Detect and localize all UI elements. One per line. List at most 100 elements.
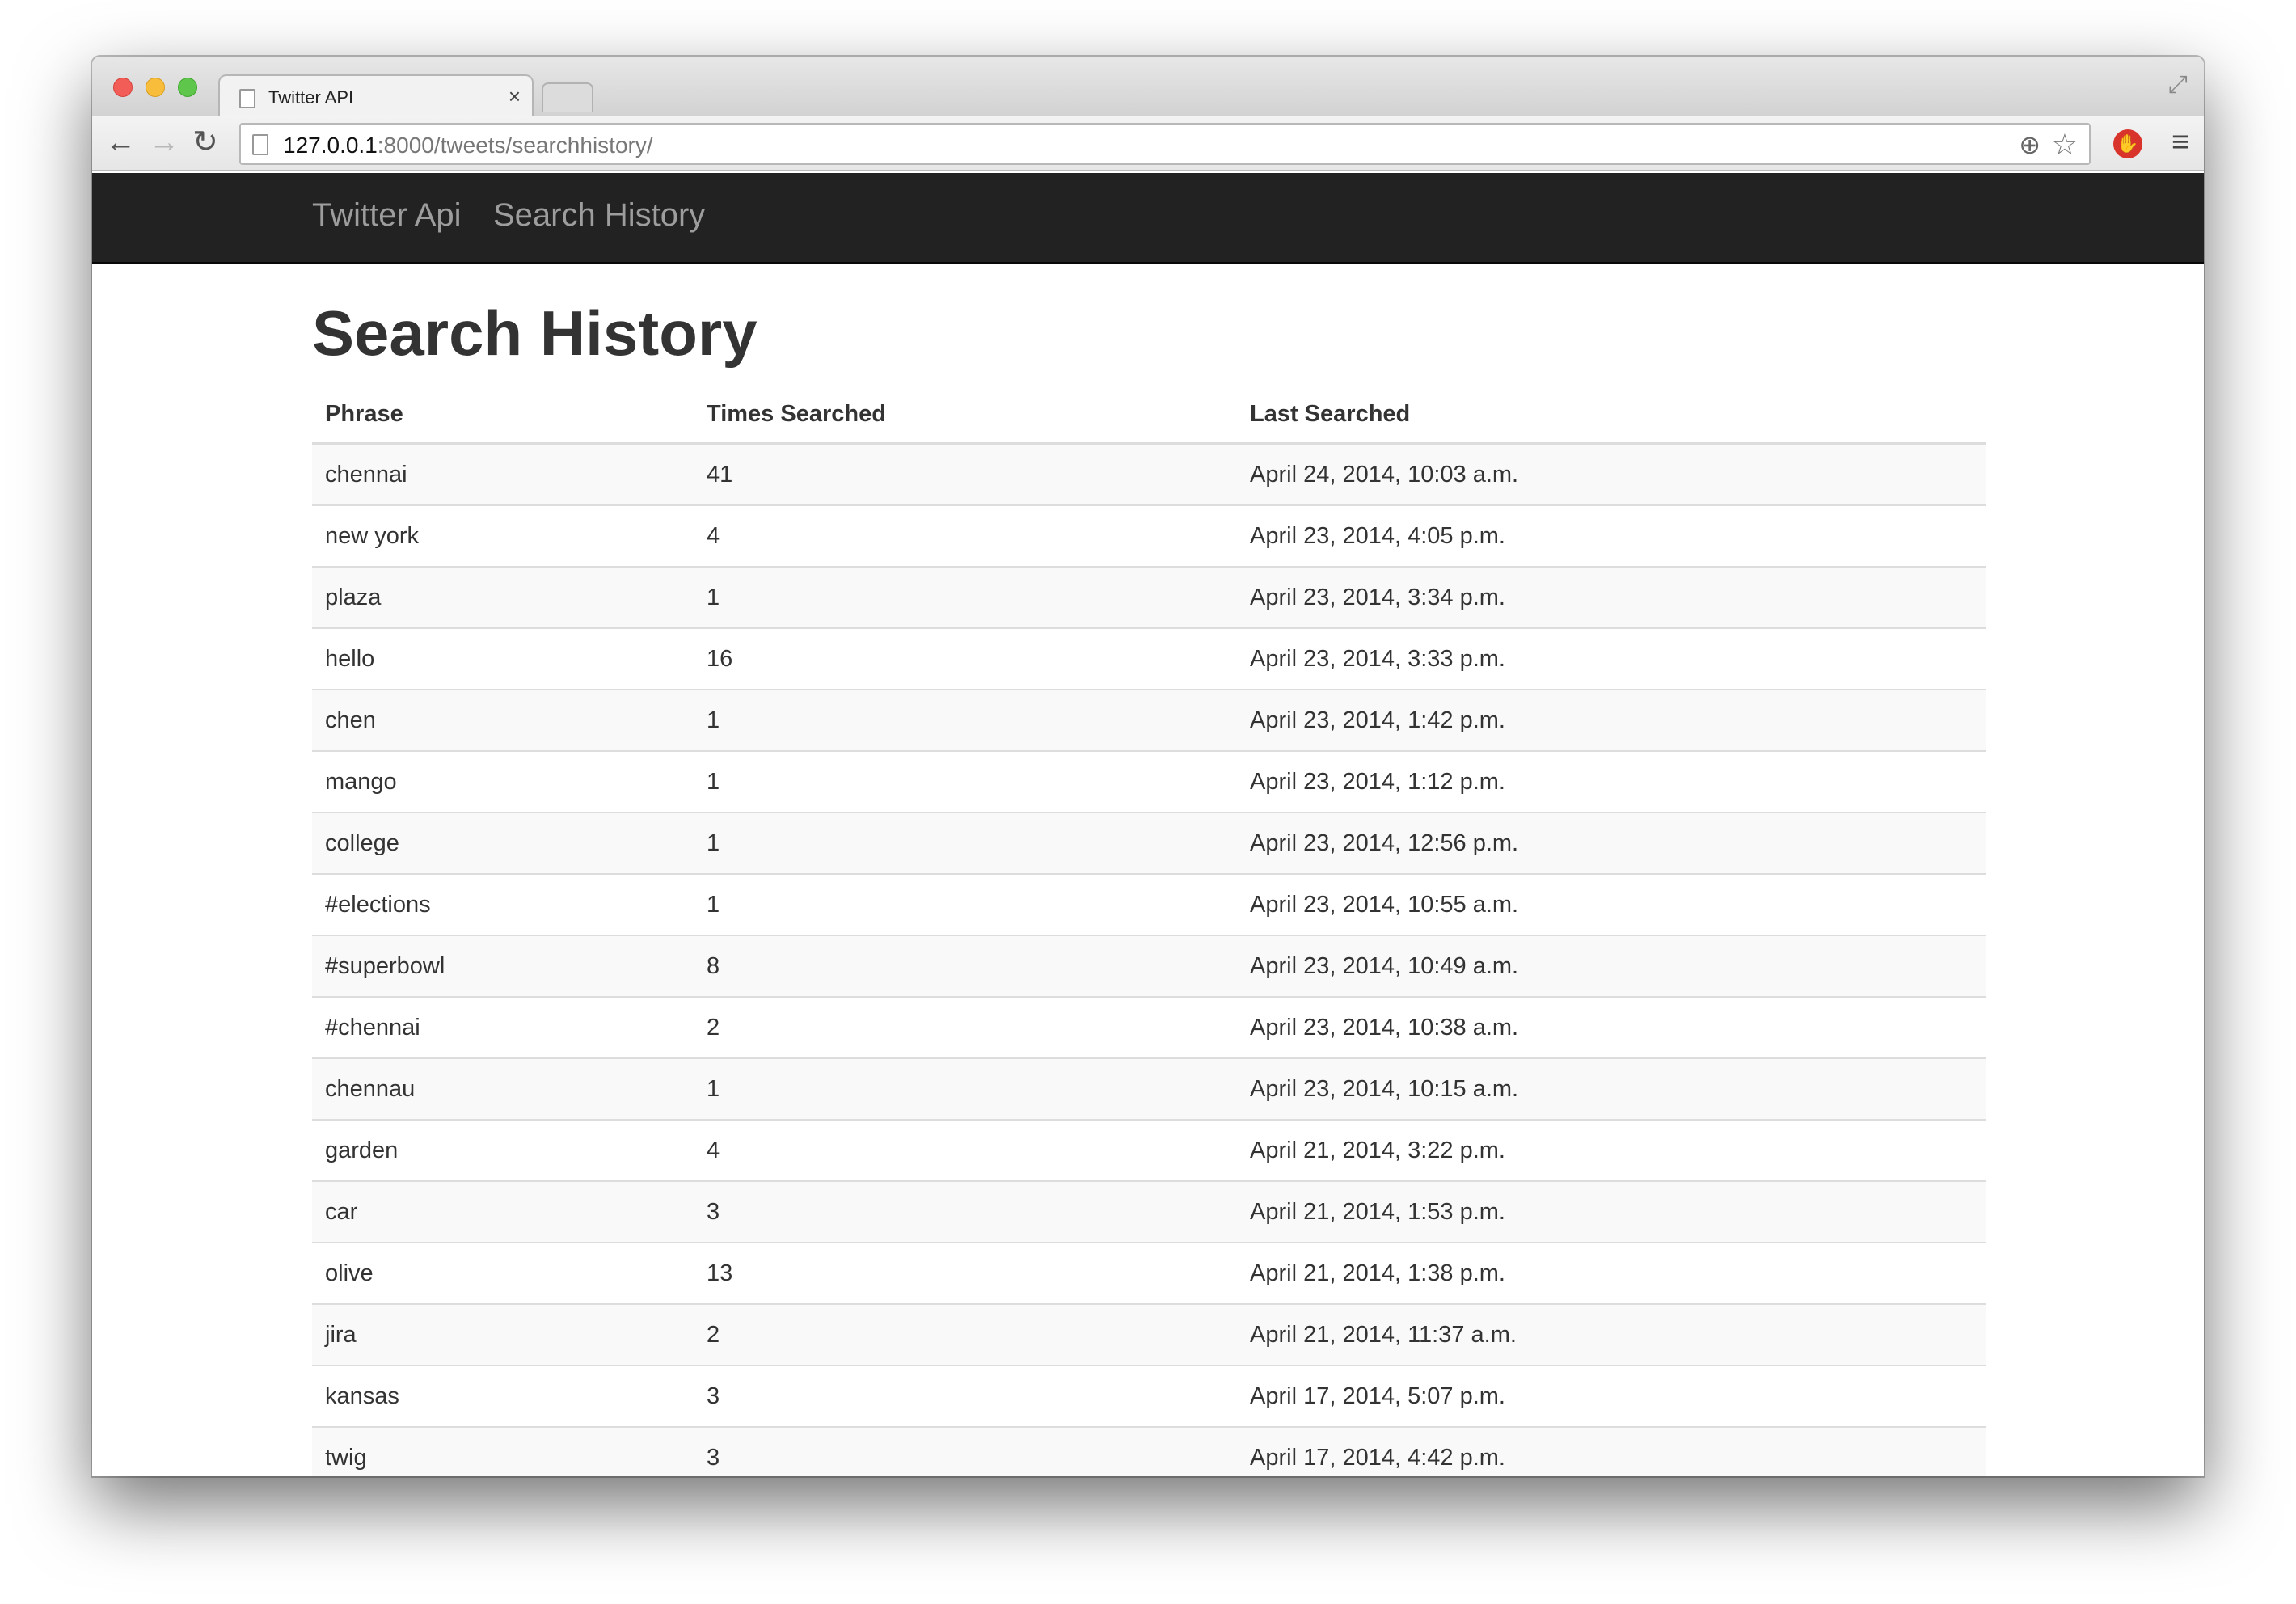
browser-tab[interactable]: Twitter API × <box>218 74 534 118</box>
site-navbar: Twitter Api Search History <box>92 173 2204 264</box>
table-row: garden 4 April 21, 2014, 3:22 p.m. <box>312 1119 1986 1181</box>
forward-arrow-icon[interactable]: → <box>149 125 179 160</box>
table-row: twig 3 April 17, 2014, 4:42 p.m. <box>312 1426 1986 1476</box>
cell-times-searched: 3 <box>694 1365 1237 1427</box>
cell-phrase: mango <box>312 750 694 813</box>
page-icon <box>252 134 268 155</box>
table-row: mango 1 April 23, 2014, 1:12 p.m. <box>312 750 1986 813</box>
search-history-table: Phrase Times Searched Last Searched chen… <box>312 386 1986 1476</box>
table-header-row: Phrase Times Searched Last Searched <box>312 386 1986 445</box>
cell-times-searched: 16 <box>694 627 1237 690</box>
cell-times-searched: 41 <box>694 443 1237 505</box>
reload-icon[interactable]: ↻ <box>192 125 218 160</box>
cell-last-searched: April 24, 2014, 10:03 a.m. <box>1237 443 1986 505</box>
cell-times-searched: 3 <box>694 1426 1237 1476</box>
zoom-icon[interactable]: ⊕ <box>2019 129 2041 160</box>
cell-times-searched: 2 <box>694 1303 1237 1366</box>
cell-last-searched: April 23, 2014, 10:49 a.m. <box>1237 935 1986 997</box>
cell-phrase: chen <box>312 689 694 751</box>
cell-phrase: twig <box>312 1426 694 1476</box>
navbar-brand[interactable]: Twitter Api <box>312 197 462 234</box>
url-text[interactable]: 127.0.0.1:8000/tweets/searchhistory/ <box>283 133 653 158</box>
cell-times-searched: 1 <box>694 750 1237 813</box>
table-body: chennai 41 April 24, 2014, 10:03 a.m. new y… <box>312 443 1986 1476</box>
cell-phrase: car <box>312 1180 694 1243</box>
cell-phrase: chennai <box>312 443 694 505</box>
column-header-times-searched: Times Searched <box>694 386 1237 445</box>
table-row: #superbowl 8 April 23, 2014, 10:49 a.m. <box>312 935 1986 997</box>
cell-last-searched: April 17, 2014, 5:07 p.m. <box>1237 1365 1986 1427</box>
cell-phrase: olive <box>312 1242 694 1304</box>
cell-phrase: college <box>312 812 694 874</box>
cell-times-searched: 1 <box>694 873 1237 935</box>
page-title: Search History <box>312 298 758 369</box>
cell-times-searched: 1 <box>694 566 1237 628</box>
column-header-last-searched: Last Searched <box>1237 386 1986 445</box>
cell-last-searched: April 23, 2014, 1:12 p.m. <box>1237 750 1986 813</box>
table-row: college 1 April 23, 2014, 12:56 p.m. <box>312 812 1986 874</box>
table-row: chennau 1 April 23, 2014, 10:15 a.m. <box>312 1057 1986 1120</box>
url-path: :8000/tweets/searchhistory/ <box>377 133 653 158</box>
table-row: olive 13 April 21, 2014, 1:38 p.m. <box>312 1242 1986 1304</box>
cell-last-searched: April 23, 2014, 3:33 p.m. <box>1237 627 1986 690</box>
cell-phrase: plaza <box>312 566 694 628</box>
column-header-phrase: Phrase <box>312 386 694 445</box>
cell-phrase: garden <box>312 1119 694 1181</box>
minimize-window-button[interactable] <box>146 78 165 97</box>
cell-times-searched: 4 <box>694 1119 1237 1181</box>
cell-last-searched: April 23, 2014, 3:34 p.m. <box>1237 566 1986 628</box>
cell-last-searched: April 21, 2014, 1:53 p.m. <box>1237 1180 1986 1243</box>
table-row: chennai 41 April 24, 2014, 10:03 a.m. <box>312 443 1986 505</box>
table-row: hello 16 April 23, 2014, 3:33 p.m. <box>312 627 1986 690</box>
cell-last-searched: April 21, 2014, 11:37 a.m. <box>1237 1303 1986 1366</box>
tab-title: Twitter API <box>268 87 354 108</box>
cell-phrase: #chennai <box>312 996 694 1058</box>
cell-times-searched: 1 <box>694 1057 1237 1120</box>
tab-strip: Twitter API × ⤢ <box>92 57 2204 118</box>
nav-link-search-history[interactable]: Search History <box>493 197 705 234</box>
cell-last-searched: April 23, 2014, 10:38 a.m. <box>1237 996 1986 1058</box>
cell-times-searched: 2 <box>694 996 1237 1058</box>
table-row: car 3 April 21, 2014, 1:53 p.m. <box>312 1180 1986 1243</box>
new-tab-button[interactable] <box>542 82 593 112</box>
cell-times-searched: 1 <box>694 689 1237 751</box>
browser-toolbar: ← → ↻ 127.0.0.1:8000/tweets/searchhistor… <box>92 116 2204 171</box>
address-bar[interactable]: 127.0.0.1:8000/tweets/searchhistory/ ⊕ ☆ <box>239 123 2091 165</box>
cell-times-searched: 13 <box>694 1242 1237 1304</box>
main-content: Search History Phrase Times Searched Las… <box>312 264 1986 1476</box>
browser-window: Twitter API × ⤢ ← → ↻ 127.0.0.1:8000/twe… <box>92 57 2204 1476</box>
cell-last-searched: April 21, 2014, 3:22 p.m. <box>1237 1119 1986 1181</box>
adblock-extension-icon[interactable]: ✋ <box>2113 129 2142 158</box>
fullscreen-icon[interactable]: ⤢ <box>2168 71 2188 99</box>
cell-last-searched: April 17, 2014, 4:42 p.m. <box>1237 1426 1986 1476</box>
cell-last-searched: April 23, 2014, 10:15 a.m. <box>1237 1057 1986 1120</box>
bookmark-star-icon[interactable]: ☆ <box>2052 128 2078 162</box>
zoom-window-button[interactable] <box>178 78 197 97</box>
cell-phrase: chennau <box>312 1057 694 1120</box>
table-row: #chennai 2 April 23, 2014, 10:38 a.m. <box>312 996 1986 1058</box>
back-arrow-icon[interactable]: ← <box>105 125 136 160</box>
menu-icon[interactable]: ≡ <box>2171 126 2189 158</box>
cell-phrase: #superbowl <box>312 935 694 997</box>
url-host: 127.0.0.1 <box>283 133 378 158</box>
cell-last-searched: April 23, 2014, 4:05 p.m. <box>1237 504 1986 567</box>
cell-times-searched: 4 <box>694 504 1237 567</box>
table-row: chen 1 April 23, 2014, 1:42 p.m. <box>312 689 1986 751</box>
cell-times-searched: 1 <box>694 812 1237 874</box>
cell-phrase: jira <box>312 1303 694 1366</box>
cell-times-searched: 8 <box>694 935 1237 997</box>
cell-times-searched: 3 <box>694 1180 1237 1243</box>
cell-phrase: kansas <box>312 1365 694 1427</box>
table-row: new york 4 April 23, 2014, 4:05 p.m. <box>312 504 1986 567</box>
table-row: jira 2 April 21, 2014, 11:37 a.m. <box>312 1303 1986 1366</box>
page-icon <box>239 89 255 108</box>
cell-last-searched: April 23, 2014, 12:56 p.m. <box>1237 812 1986 874</box>
close-window-button[interactable] <box>113 78 133 97</box>
cell-phrase: hello <box>312 627 694 690</box>
table-row: kansas 3 April 17, 2014, 5:07 p.m. <box>312 1365 1986 1427</box>
cell-phrase: #elections <box>312 873 694 935</box>
table-row: #elections 1 April 23, 2014, 10:55 a.m. <box>312 873 1986 935</box>
cell-last-searched: April 23, 2014, 1:42 p.m. <box>1237 689 1986 751</box>
close-tab-icon[interactable]: × <box>509 84 521 109</box>
cell-last-searched: April 21, 2014, 1:38 p.m. <box>1237 1242 1986 1304</box>
